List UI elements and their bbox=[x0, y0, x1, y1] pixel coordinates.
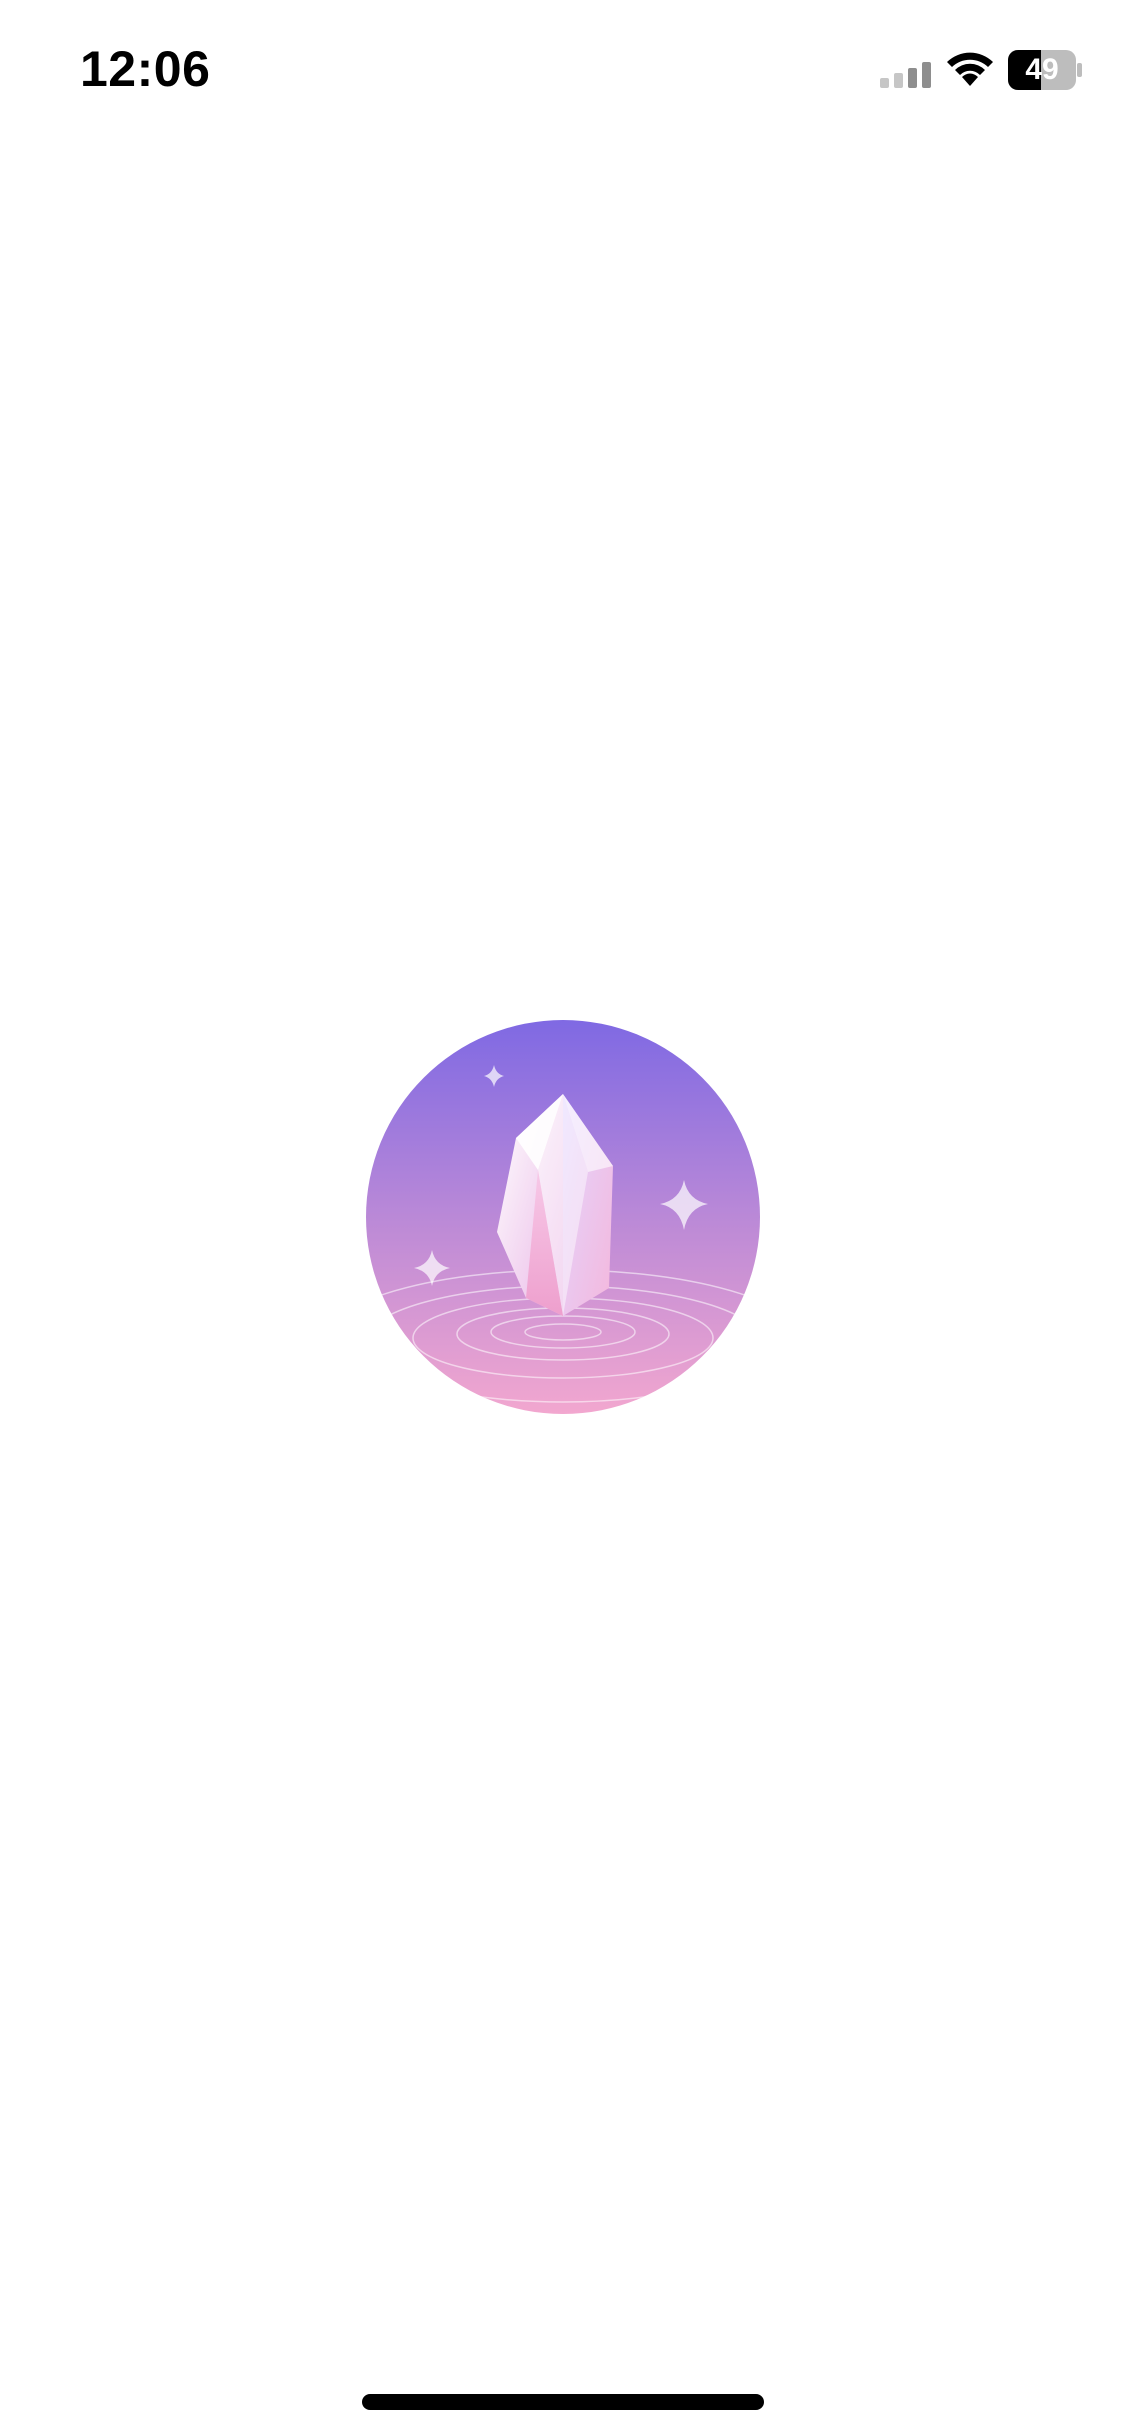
crystal-logo-icon bbox=[366, 1020, 760, 1414]
status-time: 12:06 bbox=[80, 41, 211, 97]
battery-level: 49 bbox=[1025, 53, 1059, 86]
home-indicator[interactable] bbox=[362, 2394, 764, 2410]
status-bar: 12:06 49 bbox=[0, 0, 1125, 140]
battery-icon: 49 bbox=[1008, 50, 1082, 90]
wifi-icon bbox=[947, 52, 993, 86]
cellular-signal-icon bbox=[880, 62, 931, 88]
splash-screen: 12:06 49 bbox=[0, 0, 1125, 2436]
